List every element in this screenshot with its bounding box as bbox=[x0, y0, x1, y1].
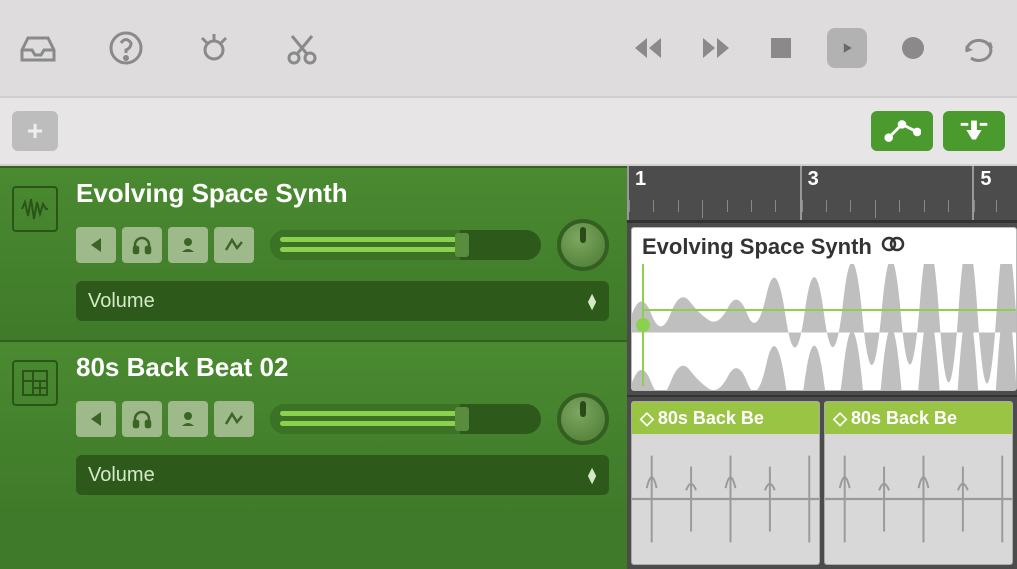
settings-icon[interactable] bbox=[194, 28, 234, 68]
automation-toggle-button[interactable] bbox=[871, 111, 933, 151]
clip-title: Evolving Space Synth bbox=[642, 234, 872, 260]
headphones-icon[interactable] bbox=[122, 401, 162, 437]
param-label: Volume bbox=[88, 464, 155, 487]
automation-icon[interactable] bbox=[214, 401, 254, 437]
timeline-panel: 1 3 5 Evolving Space Synth bbox=[627, 166, 1017, 569]
mute-icon[interactable] bbox=[168, 401, 208, 437]
automation-param-select[interactable]: Volume ▲▼ bbox=[76, 455, 609, 495]
timeline-ruler[interactable]: 1 3 5 bbox=[627, 166, 1017, 221]
track-row[interactable]: Evolving Space Synth Volume ▲▼ bbox=[0, 166, 627, 340]
drummer-clip[interactable]: ◇80s Back Be bbox=[824, 401, 1013, 565]
track-row[interactable]: 80s Back Beat 02 Volume ▲▼ bbox=[0, 340, 627, 514]
expand-icon[interactable] bbox=[76, 401, 116, 437]
pan-knob[interactable] bbox=[557, 219, 609, 271]
pan-knob[interactable] bbox=[557, 393, 609, 445]
automation-line bbox=[642, 309, 1016, 311]
diamond-icon: ◇ bbox=[640, 408, 654, 429]
track-title: Evolving Space Synth bbox=[76, 178, 609, 209]
drummer-clip[interactable]: ◇80s Back Be bbox=[631, 401, 820, 565]
play-icon[interactable] bbox=[827, 28, 867, 68]
clip-title: 80s Back Be bbox=[658, 408, 764, 429]
expand-icon[interactable] bbox=[76, 227, 116, 263]
forward-icon[interactable] bbox=[695, 28, 735, 68]
ruler-label: 5 bbox=[980, 168, 991, 191]
dropdown-arrows-icon: ▲▼ bbox=[585, 293, 597, 309]
track-title: 80s Back Beat 02 bbox=[76, 352, 609, 383]
volume-slider[interactable] bbox=[270, 230, 541, 260]
record-icon[interactable] bbox=[893, 28, 933, 68]
stop-icon[interactable] bbox=[761, 28, 801, 68]
mute-icon[interactable] bbox=[168, 227, 208, 263]
workspace: Evolving Space Synth Volume ▲▼ bbox=[0, 166, 1017, 569]
clip-lane[interactable]: ◇80s Back Be ◇80s Back Be bbox=[627, 395, 1017, 569]
track-header-bar: + bbox=[0, 96, 1017, 166]
automation-param-select[interactable]: Volume ▲▼ bbox=[76, 281, 609, 321]
automation-icon[interactable] bbox=[214, 227, 254, 263]
tracks-panel: Evolving Space Synth Volume ▲▼ bbox=[0, 166, 627, 569]
clip-title: 80s Back Be bbox=[851, 408, 957, 429]
cycle-icon[interactable] bbox=[959, 28, 999, 68]
ruler-label: 3 bbox=[808, 168, 819, 191]
playhead[interactable] bbox=[642, 264, 644, 386]
headphones-icon[interactable] bbox=[122, 227, 162, 263]
add-track-button[interactable]: + bbox=[12, 111, 58, 151]
ruler-label: 1 bbox=[635, 168, 646, 191]
track-type-drummer-icon bbox=[0, 342, 70, 514]
scissors-icon[interactable] bbox=[282, 28, 322, 68]
inbox-icon[interactable] bbox=[18, 28, 58, 68]
audio-clip[interactable]: Evolving Space Synth bbox=[631, 227, 1017, 391]
track-type-audio-icon bbox=[0, 168, 70, 340]
param-label: Volume bbox=[88, 290, 155, 313]
help-icon[interactable] bbox=[106, 28, 146, 68]
snap-button[interactable] bbox=[943, 111, 1005, 151]
top-toolbar bbox=[0, 0, 1017, 96]
loop-icon bbox=[880, 234, 906, 260]
diamond-icon: ◇ bbox=[833, 408, 847, 429]
dropdown-arrows-icon: ▲▼ bbox=[585, 467, 597, 483]
add-label: + bbox=[27, 115, 43, 147]
rewind-icon[interactable] bbox=[629, 28, 669, 68]
volume-slider[interactable] bbox=[270, 404, 541, 434]
clip-lane[interactable]: Evolving Space Synth bbox=[627, 221, 1017, 395]
